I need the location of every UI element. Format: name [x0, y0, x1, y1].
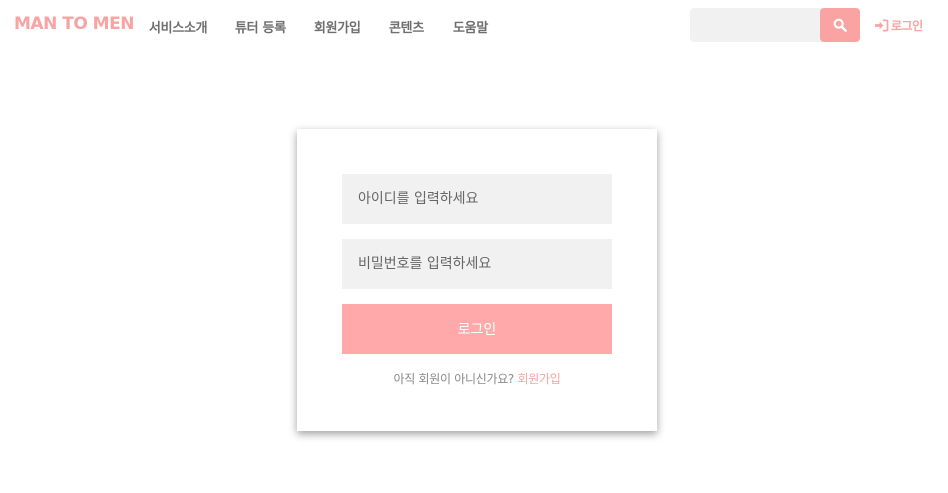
search-button[interactable] [820, 8, 860, 42]
search-icon [833, 18, 847, 32]
signup-prompt: 아직 회원이 아니신가요? 회원가입 [297, 370, 657, 387]
search-input[interactable] [690, 8, 822, 42]
header-login-link[interactable]: 로그인 [874, 17, 923, 34]
site-logo[interactable]: MAN TO MEN [14, 14, 134, 34]
login-card: 로그인 아직 회원이 아니신가요? 회원가입 [297, 129, 657, 431]
nav-item-help[interactable]: 도움말 [453, 17, 488, 36]
nav-item-signup[interactable]: 회원가입 [314, 17, 361, 36]
top-navbar: MAN TO MEN 서비스소개 튜터 등록 회원가입 콘텐츠 도움말 로그인 [0, 0, 948, 50]
id-field[interactable] [342, 174, 612, 224]
sign-in-icon [875, 19, 889, 32]
signup-prompt-text: 아직 회원이 아니신가요? [393, 372, 515, 386]
nav-item-service-intro[interactable]: 서비스소개 [149, 17, 208, 36]
nav-item-contents[interactable]: 콘텐츠 [389, 17, 424, 36]
nav-item-tutor-register[interactable]: 튜터 등록 [235, 17, 286, 36]
signup-link[interactable]: 회원가입 [518, 372, 561, 386]
password-field[interactable] [342, 239, 612, 289]
login-submit-button[interactable]: 로그인 [342, 304, 612, 354]
header-login-label: 로그인 [891, 19, 923, 33]
